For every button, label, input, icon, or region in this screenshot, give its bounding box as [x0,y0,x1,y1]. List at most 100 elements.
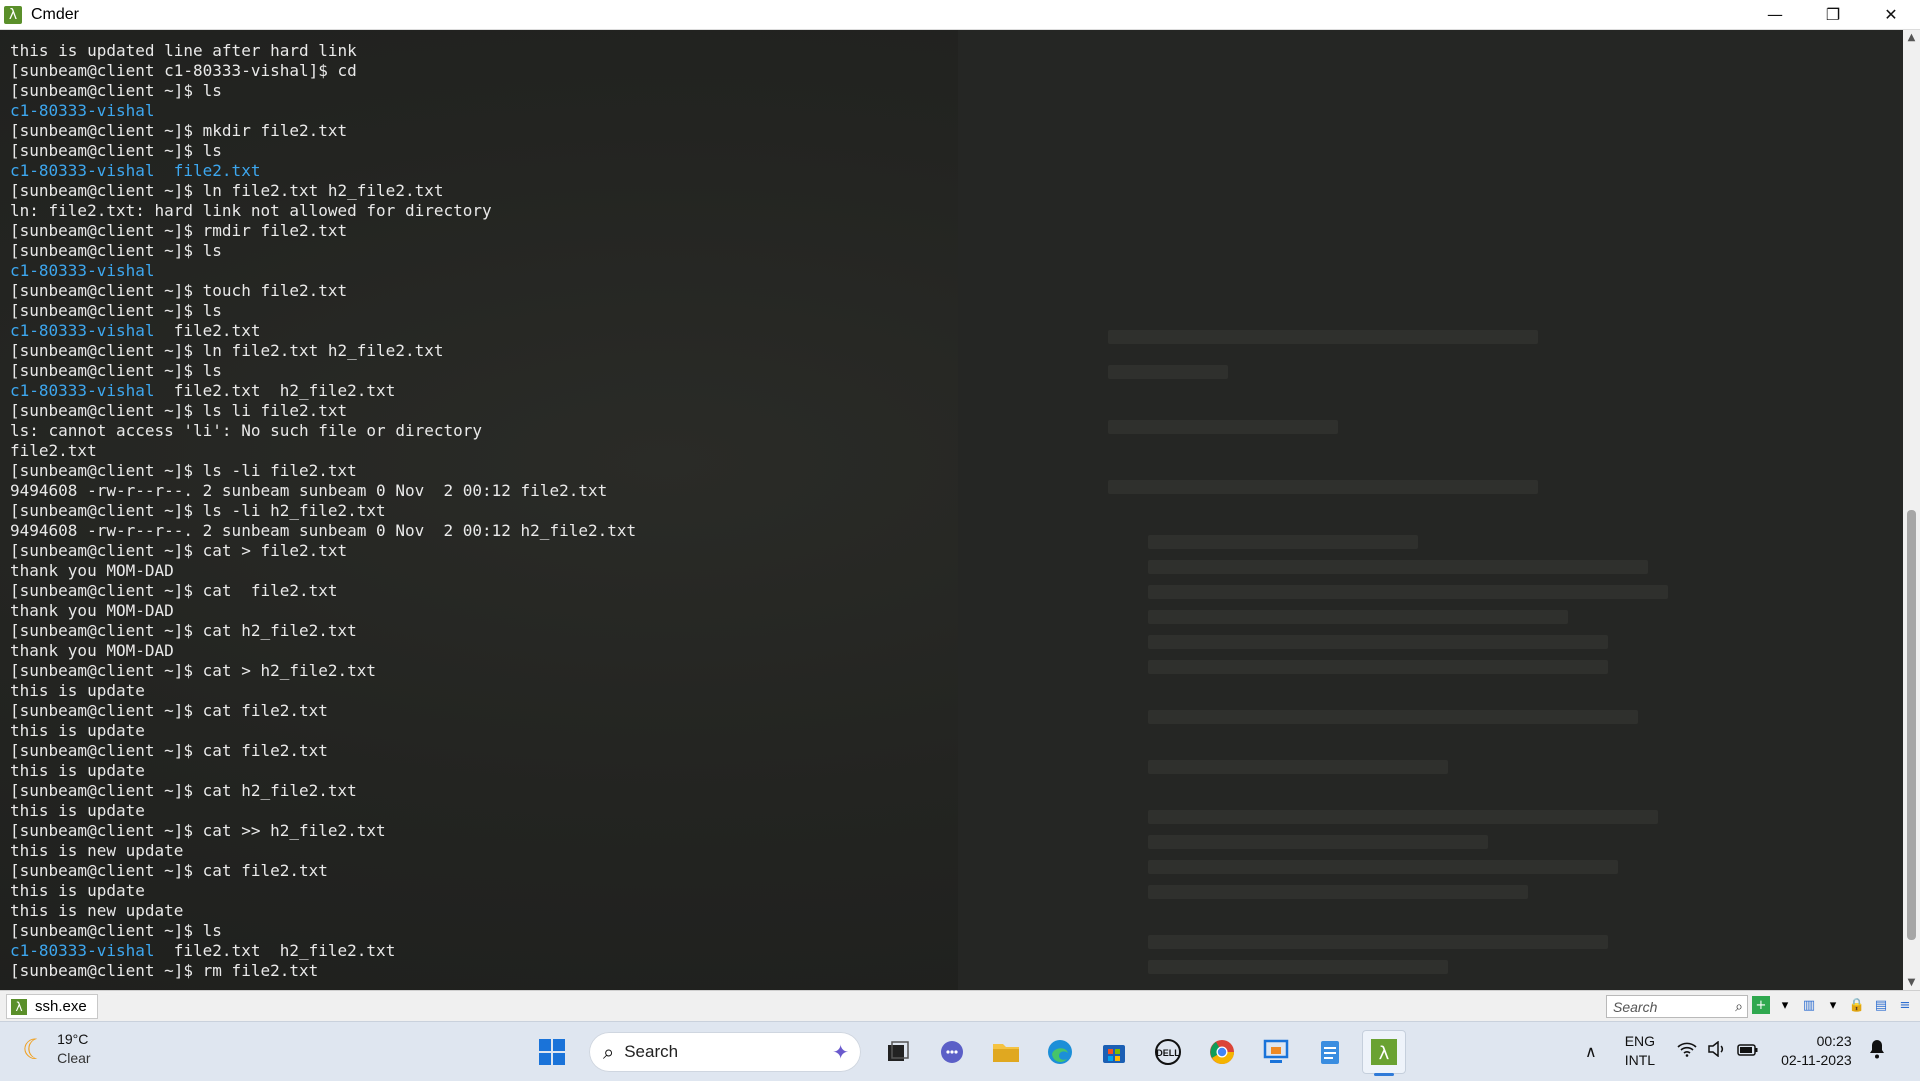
terminal-output-area[interactable]: this is updated line after hard link [sun… [0,30,1903,990]
terminal-line: [sunbeam@client ~]$ ln file2.txt h2_file… [10,181,636,201]
close-button[interactable]: ✕ [1862,0,1920,29]
terminal-line: [sunbeam@client ~]$ cat > file2.txt [10,541,636,561]
terminal-text: ls: cannot access 'li': No such file or … [10,421,483,440]
terminal-line: [sunbeam@client ~]$ cat file2.txt [10,701,636,721]
search-highlight-icon: ✦ [832,1040,849,1064]
cmder-icon[interactable]: λ [1362,1030,1406,1076]
terminal-scrollbar[interactable]: ▲ ▼ [1903,30,1920,990]
terminal-text: this is update [10,761,145,780]
chrome-icon[interactable] [1200,1030,1244,1074]
terminal-text: [sunbeam@client ~]$ ls [10,301,222,320]
notepad-icon[interactable] [1308,1030,1352,1074]
terminal-text: [sunbeam@client ~]$ ln file2.txt h2_file… [10,181,444,200]
weather-widget[interactable]: ☾ 19°C Clear [22,1030,91,1068]
chat-icon[interactable] [930,1030,974,1074]
terminal-text: this is new update [10,841,184,860]
new-console-plus-icon[interactable]: + [1752,996,1770,1014]
store-icon[interactable] [1092,1030,1136,1074]
terminal-line: [sunbeam@client ~]$ ls -li file2.txt [10,461,636,481]
terminal-line: c1-80333-vishal file2.txt h2_file2.txt [10,941,636,961]
terminal-text: [sunbeam@client ~]$ ls [10,921,222,940]
console-search-input[interactable]: Search ⌕ [1606,995,1748,1018]
terminal-text: [sunbeam@client c1-80333-vishal]$ cd [10,61,357,80]
terminal-line: this is update [10,881,636,901]
terminal-line: this is update [10,761,636,781]
show-hidden-icons-chevron-icon[interactable]: ∧ [1585,1042,1597,1061]
terminal-text: thank you MOM-DAD [10,601,174,620]
scroll-down-arrow-icon[interactable]: ▼ [1903,977,1920,988]
terminal-line: [sunbeam@client ~]$ ls li file2.txt [10,401,636,421]
split-view-icon[interactable]: ▥ [1800,996,1818,1014]
taskbar-search-label: Search [624,1042,679,1061]
console-tab[interactable]: λ ssh.exe [6,994,98,1019]
notification-bell-icon[interactable] [1868,1039,1886,1064]
volume-icon[interactable] [1707,1040,1727,1061]
terminal-line: [sunbeam@client ~]$ cat >> h2_file2.txt [10,821,636,841]
directory-listing-text: c1-80333-vishal [10,261,155,280]
cmder-lambda-icon: λ [4,5,22,24]
clock[interactable]: 00:23 02-11-2023 [1781,1032,1852,1070]
terminal-text: [sunbeam@client ~]$ cat h2_file2.txt [10,621,357,640]
restore-button[interactable]: ❐ [1804,0,1862,29]
terminal-line: [sunbeam@client ~]$ cat file2.txt [10,581,636,601]
dell-icon[interactable]: DELL [1146,1030,1190,1074]
terminal-line: [sunbeam@client ~]$ cat file2.txt [10,861,636,881]
input-language-indicator[interactable]: ENG INTL [1625,1032,1655,1070]
svg-text:λ: λ [1379,1043,1390,1064]
terminal-lines: this is updated line after hard link [sun… [10,41,636,981]
file-listing-text: file2.txt h2_file2.txt [154,381,396,400]
terminal-line: [sunbeam@client ~]$ ln file2.txt h2_file… [10,341,636,361]
cmder-tab-icon: λ [11,998,27,1015]
pane-layout-icon[interactable]: ▤ [1872,996,1890,1014]
taskbar-search-box[interactable]: ⌕ Search ✦ [589,1032,861,1072]
weather-condition: Clear [57,1050,91,1066]
terminal-text: [sunbeam@client ~]$ mkdir file2.txt [10,121,348,140]
terminal-line: [sunbeam@client ~]$ cat file2.txt [10,741,636,761]
terminal-line: c1-80333-vishal file2.txt [10,161,636,181]
clock-date: 02-11-2023 [1781,1052,1852,1068]
terminal-text: [sunbeam@client ~]$ ls -li h2_file2.txt [10,501,386,520]
terminal-line: [sunbeam@client ~]$ ls [10,301,636,321]
background-image-region [958,30,1903,990]
terminal-text: thank you MOM-DAD [10,641,174,660]
terminal-text: [sunbeam@client ~]$ ls [10,241,222,260]
terminal-line: thank you MOM-DAD [10,601,636,621]
new-console-dropdown-icon[interactable]: ▾ [1776,996,1794,1014]
terminal-line: ls: cannot access 'li': No such file or … [10,421,636,441]
search-icon[interactable]: ⌕ [1735,999,1743,1015]
terminal-line: 9494608 -rw-r--r--. 2 sunbeam sunbeam 0 … [10,521,636,541]
terminal-text: [sunbeam@client ~]$ ls [10,81,222,100]
lock-icon[interactable]: 🔒 [1848,996,1866,1014]
view-dropdown-icon[interactable]: ▾ [1824,996,1842,1014]
battery-icon[interactable] [1737,1042,1759,1061]
terminal-text: [sunbeam@client ~]$ rm file2.txt [10,961,319,980]
search-icon: ⌕ [603,1040,615,1064]
terminal-line: [sunbeam@client ~]$ ls [10,141,636,161]
terminal-text: [sunbeam@client ~]$ ls [10,361,222,380]
scrollbar-thumb[interactable] [1907,510,1916,940]
terminal-text: [sunbeam@client ~]$ ls -li file2.txt [10,461,357,480]
file-explorer-icon[interactable] [984,1030,1028,1074]
terminal-text: [sunbeam@client ~]$ cat >> h2_file2.txt [10,821,386,840]
edge-icon[interactable] [1038,1030,1082,1074]
wifi-icon[interactable] [1677,1041,1697,1061]
svg-text:DELL: DELL [1156,1048,1180,1058]
directory-listing-text: c1-80333-vishal [10,101,155,120]
minimize-button[interactable]: — [1746,0,1804,29]
window-title: Cmder [31,5,80,23]
terminal-line: c1-80333-vishal [10,101,636,121]
scroll-up-arrow-icon[interactable]: ▲ [1903,32,1920,43]
terminal-line: this is update [10,681,636,701]
terminal-line: this is new update [10,901,636,921]
terminal-text: [sunbeam@client ~]$ cat file2.txt [10,741,328,760]
terminal-line: [sunbeam@client ~]$ cat > h2_file2.txt [10,661,636,681]
terminal-line: c1-80333-vishal [10,261,636,281]
terminal-text: [sunbeam@client ~]$ rmdir file2.txt [10,221,348,240]
task-view-icon[interactable] [876,1030,920,1074]
directory-listing-text: c1-80333-vishal [10,321,155,340]
remote-desktop-icon[interactable] [1254,1030,1298,1074]
terminal-text: this is new update [10,901,184,920]
terminal-line: [sunbeam@client ~]$ cat h2_file2.txt [10,781,636,801]
menu-icon[interactable]: ≡ [1896,996,1914,1014]
start-icon[interactable] [530,1030,574,1074]
